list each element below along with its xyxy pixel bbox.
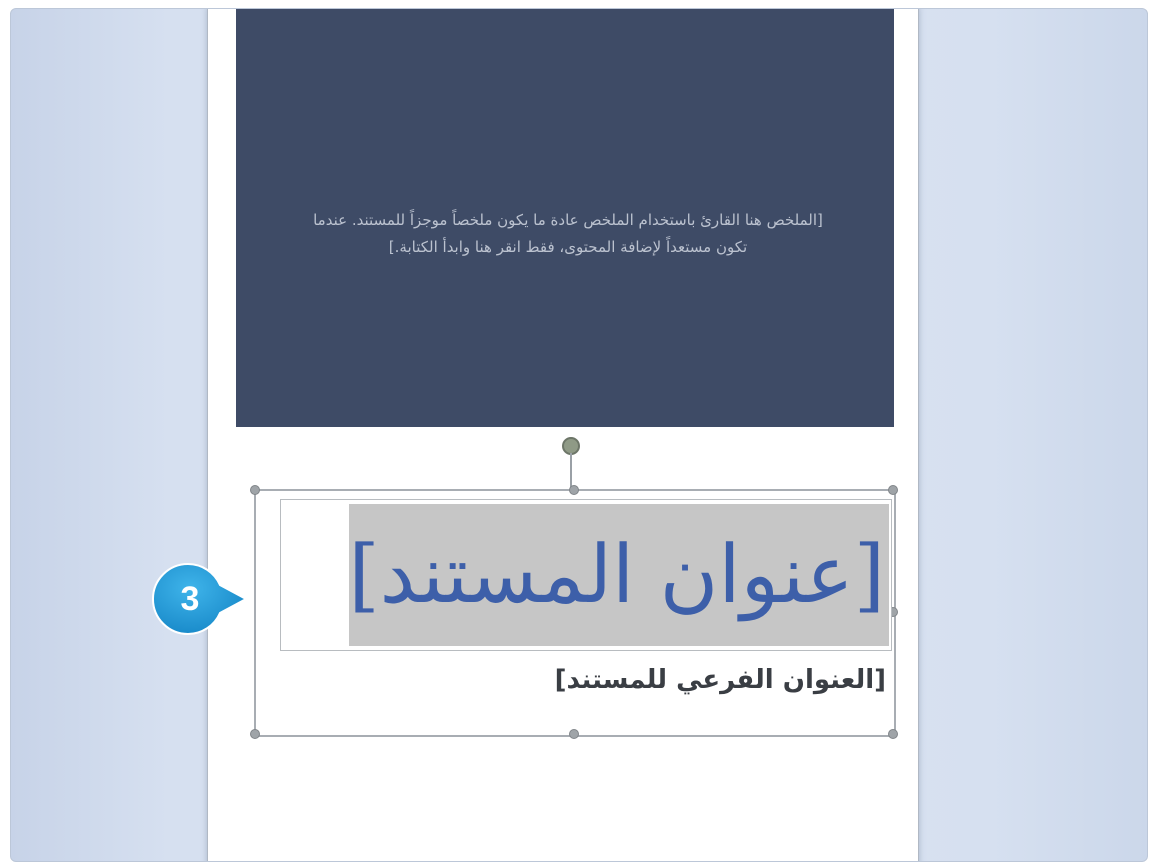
resize-handle-top-left[interactable] bbox=[250, 485, 260, 495]
document-page[interactable]: [الملخص هنا القارئ باستخدام الملخص عادة … bbox=[207, 9, 919, 861]
resize-handle-bottom-right[interactable] bbox=[888, 729, 898, 739]
title-field[interactable]: [عنوان المستند] bbox=[280, 499, 892, 651]
cover-color-block[interactable]: [الملخص هنا القارئ باستخدام الملخص عادة … bbox=[236, 9, 894, 427]
document-subtitle[interactable]: [العنوان الفرعي للمستند] bbox=[280, 655, 886, 705]
document-title[interactable]: [عنوان المستند] bbox=[348, 504, 885, 646]
rotate-handle-stem bbox=[570, 453, 572, 487]
step-number: 3 bbox=[180, 580, 200, 618]
step-callout: 3 bbox=[152, 563, 248, 635]
resize-handle-top-right[interactable] bbox=[888, 485, 898, 495]
resize-handle-top[interactable] bbox=[569, 485, 579, 495]
workspace-background: [الملخص هنا القارئ باستخدام الملخص عادة … bbox=[10, 8, 1148, 862]
resize-handle-bottom-left[interactable] bbox=[250, 729, 260, 739]
resize-handle-bottom[interactable] bbox=[569, 729, 579, 739]
abstract-placeholder[interactable]: [الملخص هنا القارئ باستخدام الملخص عادة … bbox=[298, 207, 838, 261]
